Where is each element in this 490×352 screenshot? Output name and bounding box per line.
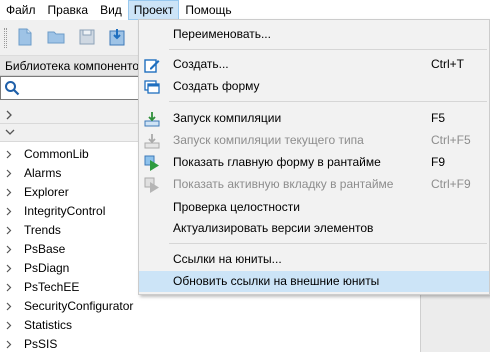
menu-item-create[interactable]: Создать... Ctrl+T — [139, 54, 489, 75]
menu-item-label: Переименовать... — [173, 27, 271, 41]
save-button[interactable] — [76, 26, 98, 48]
expand-arrow-icon[interactable] — [6, 340, 12, 349]
menu-item-integrity-check[interactable]: Проверка целостности — [139, 197, 489, 218]
toolbar-grip[interactable] — [4, 28, 7, 48]
expand-arrow-icon[interactable] — [6, 245, 12, 254]
tree-item[interactable]: PsBase — [0, 240, 65, 259]
expand-arrow-icon[interactable] — [6, 302, 12, 311]
tree-item[interactable]: Alarms — [0, 164, 61, 183]
search-icon — [5, 81, 20, 96]
tree-item[interactable]: Explorer — [0, 183, 69, 202]
menu-item-label: Показать главную форму в рантайме — [173, 155, 381, 169]
menu-item-unit-links[interactable]: Ссылки на юниты... — [139, 249, 489, 270]
tree-item-label: CommonLib — [24, 147, 89, 161]
menu-separator — [169, 243, 487, 244]
compile-type-icon — [144, 134, 160, 149]
compile-icon — [144, 112, 160, 127]
chevron-right-icon — [6, 110, 12, 120]
tree-item[interactable]: PsTechEE — [0, 278, 79, 297]
run-tab-icon — [144, 177, 159, 193]
tree-item-label: Explorer — [24, 185, 69, 199]
expand-arrow-icon[interactable] — [6, 188, 12, 197]
menu-file[interactable]: Файл — [0, 0, 42, 20]
menu-item-show-active-tab[interactable]: Показать активную вкладку в рантайме Ctr… — [139, 174, 489, 195]
tree-item-label: IntegrityControl — [24, 204, 106, 218]
menu-item-shortcut: F5 — [431, 111, 446, 125]
tree-item-label: Trends — [24, 223, 61, 237]
library-group-row-expanded[interactable] — [0, 124, 140, 142]
menu-item-label: Запуск компиляции — [173, 111, 282, 125]
library-group-row-collapsed[interactable] — [0, 106, 140, 124]
edit-pencil-icon — [144, 59, 160, 73]
new-file-icon — [18, 28, 32, 46]
open-folder-icon — [47, 31, 65, 44]
new-file-button[interactable] — [14, 26, 36, 48]
tree-item[interactable]: Trends — [0, 221, 61, 240]
menu-item-label: Создать... — [173, 57, 229, 71]
tree-item[interactable]: SecurityConfigurator — [0, 297, 133, 316]
tree-item-label: PsTechEE — [24, 280, 80, 294]
save-icon — [79, 29, 95, 45]
menu-edit[interactable]: Правка — [42, 0, 95, 20]
tree-item[interactable]: IntegrityControl — [0, 202, 105, 221]
save-all-button[interactable] — [106, 26, 128, 48]
menu-item-compile[interactable]: Запуск компиляции F5 — [139, 108, 489, 129]
menu-item-shortcut: Ctrl+T — [431, 57, 464, 71]
menu-item-shortcut: Ctrl+F5 — [431, 133, 471, 147]
menu-separator — [169, 101, 487, 102]
menu-item-label: Проверка целостности — [173, 200, 300, 214]
library-search-input[interactable] — [0, 76, 140, 100]
tree-item-label: Alarms — [24, 166, 62, 180]
menu-item-label: Запуск компиляции текущего типа — [173, 133, 364, 147]
expand-arrow-icon[interactable] — [6, 150, 12, 159]
expand-arrow-icon[interactable] — [6, 283, 12, 292]
menu-item-update-external-links[interactable]: Обновить ссылки на внешние юниты — [139, 271, 489, 292]
tree-item-label: SecurityConfigurator — [24, 299, 134, 313]
tree-item-label: PsSIS — [24, 337, 58, 351]
form-window-icon — [144, 80, 160, 94]
menu-item-label: Актуализировать версии элементов — [173, 221, 374, 235]
menu-item-label: Обновить ссылки на внешние юниты — [173, 274, 380, 288]
expand-arrow-icon[interactable] — [6, 264, 12, 273]
save-all-icon — [109, 29, 125, 46]
menu-separator — [169, 49, 487, 50]
menu-help[interactable]: Помощь — [179, 0, 237, 20]
project-menu-dropdown: Переименовать... Создать... Ctrl+T Созда… — [138, 19, 490, 295]
tree-item[interactable]: CommonLib — [0, 145, 89, 164]
tree-item-label: PsBase — [24, 242, 66, 256]
tree-item[interactable]: PsDiagn — [0, 259, 69, 278]
menu-item-label: Создать форму — [173, 79, 260, 93]
run-form-icon — [144, 155, 159, 171]
menu-item-update-versions[interactable]: Актуализировать версии элементов — [139, 218, 489, 239]
menu-item-create-form[interactable]: Создать форму — [139, 76, 489, 97]
open-folder-button[interactable] — [45, 26, 67, 48]
menu-bar: Файл Правка Вид Проект Помощь — [0, 0, 490, 20]
tree-item-label: Statistics — [24, 318, 73, 332]
menu-project[interactable]: Проект — [127, 0, 180, 20]
menu-item-shortcut: Ctrl+F9 — [431, 177, 471, 191]
tree-item-label: PsDiagn — [24, 261, 70, 275]
menu-item-show-main-form[interactable]: Показать главную форму в рантайме F9 — [139, 152, 489, 173]
menu-view[interactable]: Вид — [94, 0, 128, 20]
tree-item[interactable]: PsSIS — [0, 335, 57, 352]
menu-item-label: Показать активную вкладку в рантайме — [173, 177, 394, 191]
menu-item-shortcut: F9 — [431, 155, 446, 169]
expand-arrow-icon[interactable] — [6, 226, 12, 235]
library-panel-title: Библиотека компоненто — [0, 56, 140, 76]
tree-item[interactable]: Statistics — [0, 316, 72, 335]
expand-arrow-icon[interactable] — [6, 207, 12, 216]
chevron-down-icon — [5, 129, 15, 135]
menu-item-rename[interactable]: Переименовать... — [139, 24, 489, 45]
menu-item-compile-current-type[interactable]: Запуск компиляции текущего типа Ctrl+F5 — [139, 130, 489, 151]
expand-arrow-icon[interactable] — [6, 169, 12, 178]
menu-item-label: Ссылки на юниты... — [173, 252, 282, 266]
expand-arrow-icon[interactable] — [6, 321, 12, 330]
